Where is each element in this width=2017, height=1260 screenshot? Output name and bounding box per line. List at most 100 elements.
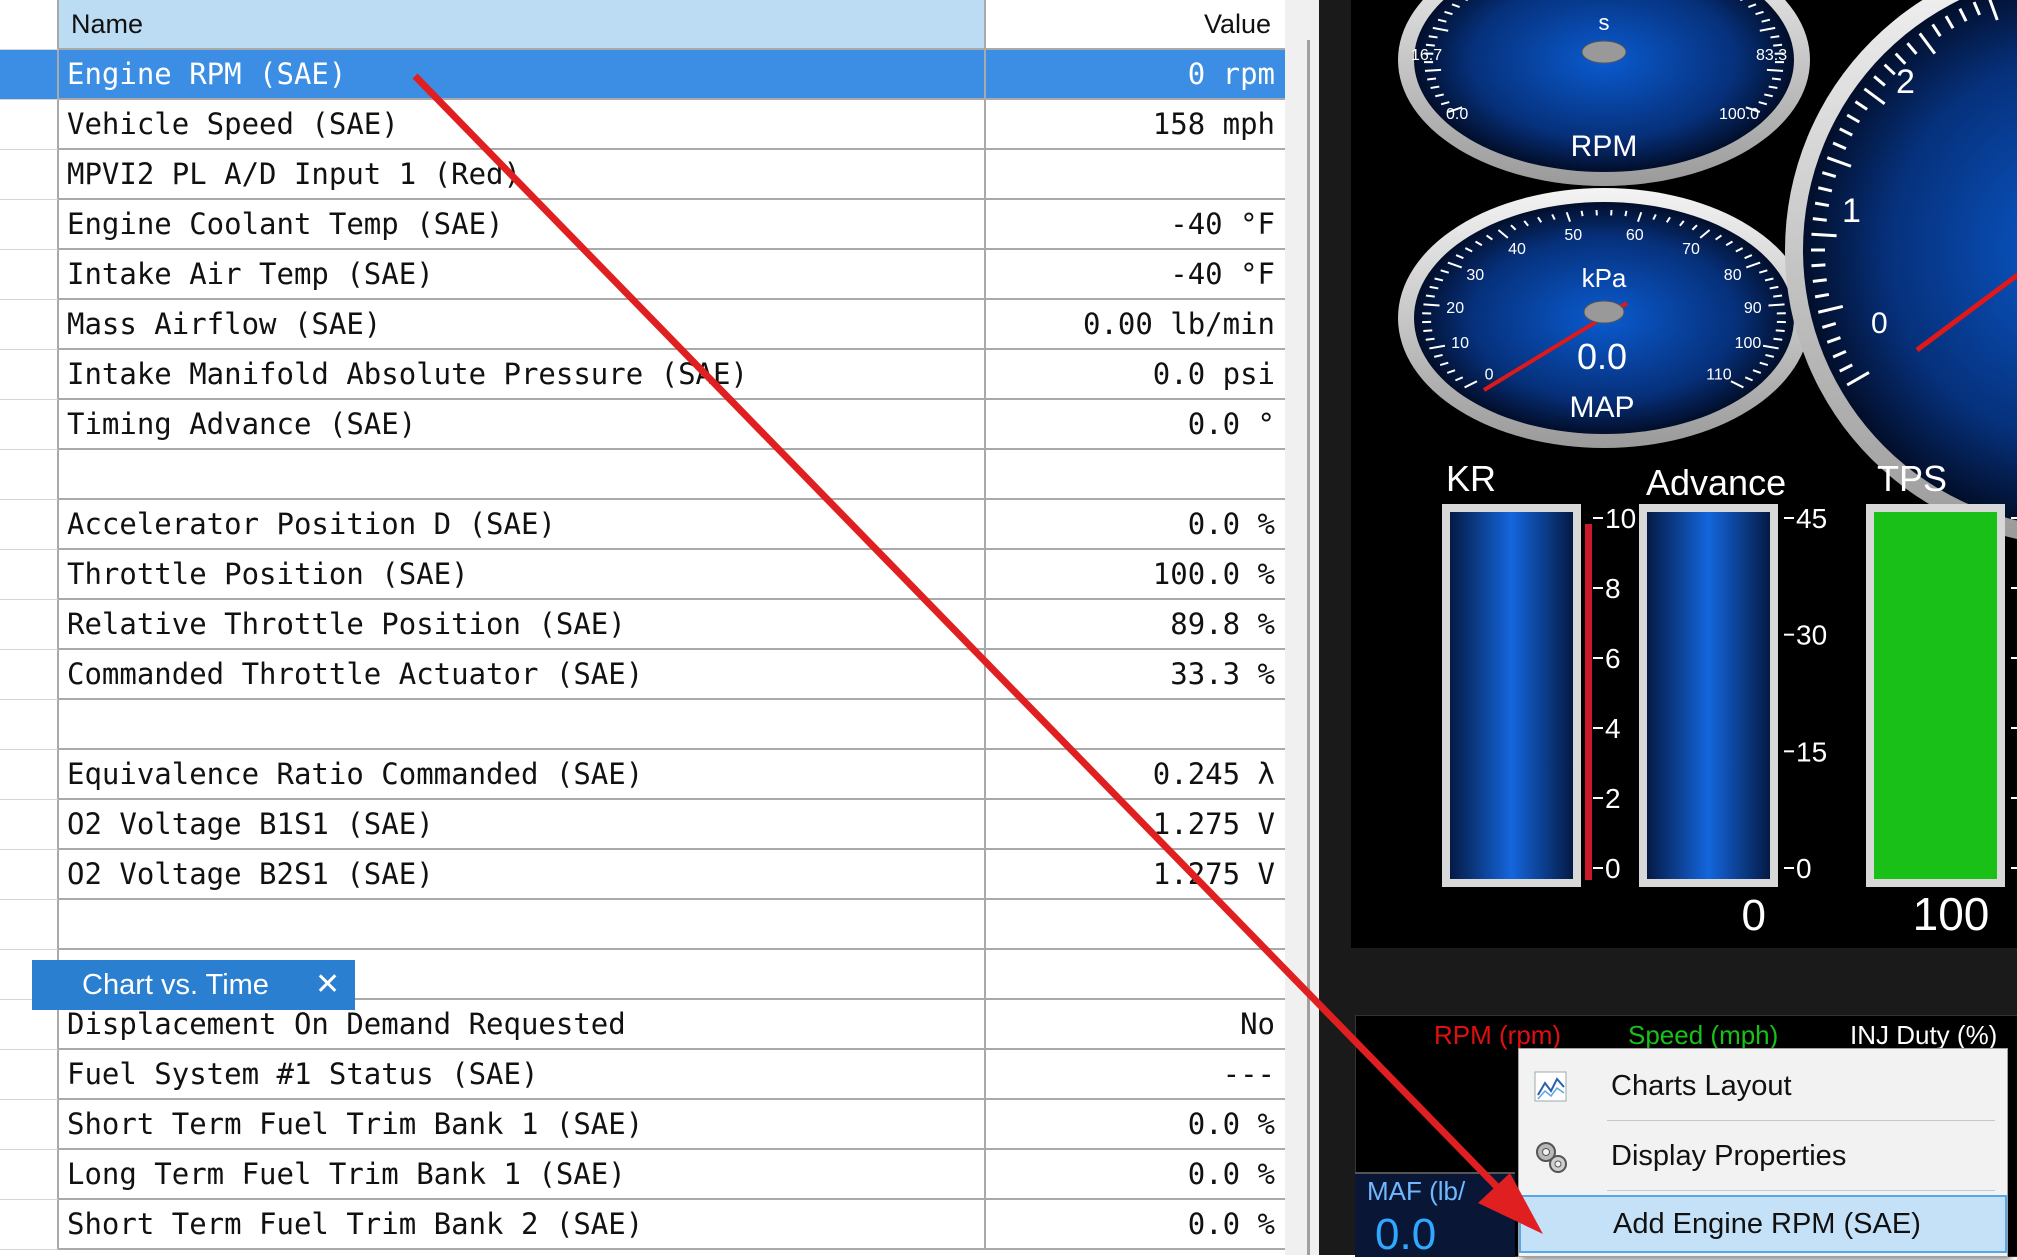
gauge-tick bbox=[1773, 296, 1782, 297]
menu-item-display-properties[interactable]: Display Properties bbox=[1519, 1125, 2007, 1187]
row-selector[interactable] bbox=[0, 50, 59, 100]
table-row[interactable]: Throttle Position (SAE)100.0 % bbox=[0, 550, 1285, 600]
column-header-name[interactable]: Name bbox=[59, 0, 986, 50]
column-header-value[interactable]: Value bbox=[986, 0, 1285, 50]
table-row[interactable]: Short Term Fuel Trim Bank 2 (SAE)0.0 % bbox=[0, 1200, 1285, 1250]
row-selector[interactable] bbox=[0, 1200, 59, 1250]
gauge-tick bbox=[1423, 330, 1432, 331]
row-selector[interactable] bbox=[0, 200, 59, 250]
gauge-tick bbox=[1768, 304, 1784, 305]
table-row[interactable]: Short Term Fuel Trim Bank 1 (SAE)0.0 % bbox=[0, 1100, 1285, 1150]
gauge-tick bbox=[1813, 219, 1827, 221]
table-row[interactable] bbox=[0, 900, 1285, 950]
parameter-name: Accelerator Position D (SAE) bbox=[59, 500, 986, 550]
kr-label: KR bbox=[1446, 458, 1496, 499]
rpm-tick-label: 16.7 bbox=[1411, 47, 1442, 64]
bar-tick-label: 8 bbox=[1605, 573, 1621, 604]
bar-tick-label: 45 bbox=[1796, 503, 1827, 534]
row-selector[interactable] bbox=[0, 1150, 59, 1200]
row-selector[interactable] bbox=[0, 750, 59, 800]
table-row[interactable] bbox=[0, 450, 1285, 500]
table-row[interactable]: Timing Advance (SAE)0.0 ° bbox=[0, 400, 1285, 450]
gauge-tick bbox=[1431, 87, 1440, 88]
row-selector[interactable] bbox=[0, 850, 59, 900]
row-selector[interactable] bbox=[0, 350, 59, 400]
menu-item-add-engine-rpm[interactable]: Add Engine RPM (SAE) bbox=[1519, 1195, 2007, 1253]
parameter-name bbox=[59, 450, 986, 500]
row-selector[interactable] bbox=[0, 600, 59, 650]
table-row[interactable] bbox=[0, 700, 1285, 750]
maf-label: MAF (lb/ bbox=[1367, 1176, 1465, 1207]
menu-item-charts-layout[interactable]: Charts Layout bbox=[1519, 1055, 2007, 1117]
gauge-display: s 16.7 83.3 0.0 100.0 RPM 01020304050607… bbox=[1351, 0, 2017, 948]
row-selector[interactable] bbox=[0, 1100, 59, 1150]
table-row[interactable]: Mass Airflow (SAE)0.00 lb/min bbox=[0, 300, 1285, 350]
map-tick-label: 30 bbox=[1466, 267, 1484, 284]
parameter-value bbox=[986, 700, 1285, 750]
row-selector[interactable] bbox=[0, 450, 59, 500]
row-selector[interactable] bbox=[0, 900, 59, 950]
table-row[interactable]: MPVI2 PL A/D Input 1 (Red) bbox=[0, 150, 1285, 200]
row-selector[interactable] bbox=[0, 150, 59, 200]
parameter-value: 0 rpm bbox=[986, 50, 1285, 100]
tps-value: 100 bbox=[1913, 888, 1990, 940]
row-selector[interactable] bbox=[0, 1050, 59, 1100]
map-tick-label: 10 bbox=[1451, 335, 1469, 352]
row-selector[interactable] bbox=[0, 800, 59, 850]
parameter-name bbox=[59, 900, 986, 950]
parameter-value bbox=[986, 900, 1285, 950]
row-selector[interactable] bbox=[0, 500, 59, 550]
gauge-tick bbox=[1811, 234, 1836, 235]
parameter-value: 1.275 V bbox=[986, 800, 1285, 850]
gauge-tick bbox=[1772, 79, 1781, 80]
table-row[interactable]: Engine Coolant Temp (SAE)-40 °F bbox=[0, 200, 1285, 250]
display-properties-icon bbox=[1533, 1139, 1569, 1175]
row-selector[interactable] bbox=[0, 650, 59, 700]
parameter-name: Intake Manifold Absolute Pressure (SAE) bbox=[59, 350, 986, 400]
table-row[interactable]: Commanded Throttle Actuator (SAE)33.3 % bbox=[0, 650, 1285, 700]
table-row[interactable]: Equivalence Ratio Commanded (SAE)0.245 λ bbox=[0, 750, 1285, 800]
table-row[interactable]: O2 Voltage B1S1 (SAE)1.275 V bbox=[0, 800, 1285, 850]
table-header-row: Name Value bbox=[0, 0, 1285, 50]
menu-separator bbox=[1607, 1190, 1995, 1191]
table-row[interactable]: Vehicle Speed (SAE)158 mph bbox=[0, 100, 1285, 150]
map-gauge-label: MAP bbox=[1569, 391, 1634, 424]
table-row[interactable]: O2 Voltage B2S1 (SAE)1.275 V bbox=[0, 850, 1285, 900]
parameter-name: Fuel System #1 Status (SAE) bbox=[59, 1050, 986, 1100]
close-icon[interactable]: ✕ bbox=[315, 960, 340, 1010]
map-tick-label: 0 bbox=[1485, 366, 1494, 383]
parameter-name: Mass Airflow (SAE) bbox=[59, 300, 986, 350]
map-tick-label: 20 bbox=[1446, 300, 1464, 317]
row-selector[interactable] bbox=[0, 250, 59, 300]
row-selector[interactable] bbox=[0, 700, 59, 750]
table-row[interactable]: Fuel System #1 Status (SAE)--- bbox=[0, 1050, 1285, 1100]
table-row[interactable]: Relative Throttle Position (SAE)89.8 % bbox=[0, 600, 1285, 650]
gauge-tick bbox=[1767, 70, 1783, 71]
row-selector[interactable] bbox=[0, 100, 59, 150]
tab-chart-vs-time[interactable]: Chart vs. Time ✕ bbox=[32, 960, 355, 1010]
table-row[interactable]: Intake Manifold Absolute Pressure (SAE)0… bbox=[0, 350, 1285, 400]
parameter-name: Engine Coolant Temp (SAE) bbox=[59, 200, 986, 250]
kr-bar-gauge: KR 1086420 bbox=[1442, 458, 1636, 887]
menu-item-label: Display Properties bbox=[1611, 1125, 1846, 1187]
splitter-bar[interactable] bbox=[1307, 40, 1310, 1255]
row-selector[interactable] bbox=[0, 400, 59, 450]
menu-separator bbox=[1607, 1120, 1995, 1121]
parameter-name: O2 Voltage B2S1 (SAE) bbox=[59, 850, 986, 900]
maf-readout: MAF (lb/ 0.0 bbox=[1355, 1172, 1515, 1257]
table-row[interactable]: Long Term Fuel Trim Bank 1 (SAE)0.0 % bbox=[0, 1150, 1285, 1200]
table-row[interactable]: Intake Air Temp (SAE)-40 °F bbox=[0, 250, 1285, 300]
parameter-name: Long Term Fuel Trim Bank 1 (SAE) bbox=[59, 1150, 986, 1200]
large-gauge-tick-label: 0 bbox=[1871, 307, 1888, 340]
map-tick-label: 40 bbox=[1508, 241, 1526, 258]
table-row[interactable]: Accelerator Position D (SAE)0.0 % bbox=[0, 500, 1285, 550]
row-selector[interactable] bbox=[0, 550, 59, 600]
row-selector[interactable] bbox=[0, 300, 59, 350]
panel-splitter[interactable] bbox=[1285, 0, 1319, 1255]
tps-fill bbox=[1874, 512, 1997, 879]
advance-label: Advance bbox=[1646, 462, 1786, 503]
table-row[interactable]: Engine RPM (SAE)0 rpm bbox=[0, 50, 1285, 100]
large-gauge-tick-label: 1 bbox=[1842, 192, 1861, 230]
parameter-value: -40 °F bbox=[986, 200, 1285, 250]
gauge-tick bbox=[1429, 36, 1438, 37]
